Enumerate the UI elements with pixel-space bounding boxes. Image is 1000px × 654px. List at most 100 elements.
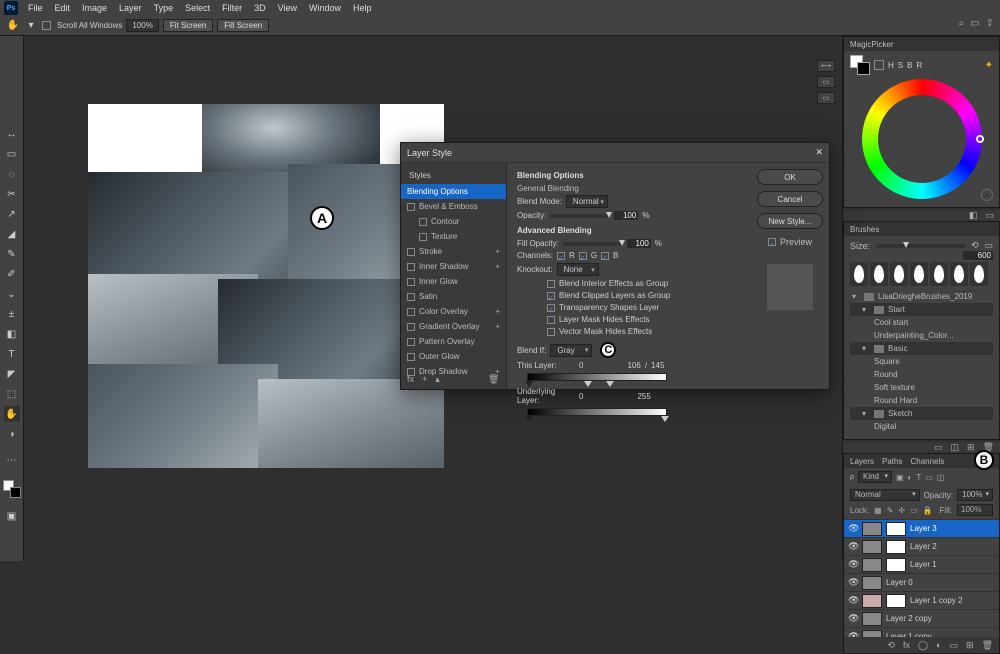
- mp-mode-h[interactable]: H: [888, 61, 894, 70]
- quickmask-icon[interactable]: ▣: [4, 508, 20, 524]
- brush-preset[interactable]: Square: [850, 355, 993, 368]
- menu-3d[interactable]: 3D: [248, 3, 272, 13]
- mask-thumb[interactable]: [886, 558, 906, 572]
- layer-thumb[interactable]: [862, 594, 882, 608]
- style-stroke[interactable]: Stroke+: [401, 244, 506, 259]
- crop-tool[interactable]: ✂: [4, 186, 20, 202]
- filter-pixel-icon[interactable]: ▣: [896, 473, 904, 482]
- layer-thumb[interactable]: [862, 522, 882, 536]
- menu-help[interactable]: Help: [347, 3, 378, 13]
- style-texture[interactable]: Texture: [401, 229, 506, 244]
- color-wheel[interactable]: [862, 79, 982, 199]
- layer-name[interactable]: Layer 1: [910, 560, 937, 569]
- layer-row[interactable]: 👁Layer 0: [844, 573, 999, 591]
- mp-box-icon[interactable]: [874, 60, 884, 70]
- fx-icon[interactable]: fx: [903, 640, 910, 650]
- fill-value[interactable]: 100%: [957, 504, 993, 516]
- eraser-tool[interactable]: ⌄: [4, 286, 20, 302]
- lock-artboard-icon[interactable]: ▭: [910, 506, 918, 515]
- brush-group-sketch[interactable]: ▾Sketch: [850, 407, 993, 420]
- fx-icon[interactable]: fx: [407, 374, 414, 385]
- blend-clipped-checkbox[interactable]: [547, 292, 555, 300]
- tool-preset-dropdown[interactable]: ▾: [24, 19, 38, 33]
- hand-tool-icon[interactable]: ✋: [6, 19, 20, 33]
- brush-group-basic[interactable]: ▾Basic: [850, 342, 993, 355]
- close-icon[interactable]: ✕: [815, 147, 823, 158]
- pencil-tool[interactable]: ✐: [4, 266, 20, 282]
- blend-mode-select[interactable]: Normal: [566, 195, 608, 208]
- adjustment-icon[interactable]: ◐: [936, 640, 941, 650]
- this-layer-track[interactable]: [527, 373, 667, 381]
- mask-icon[interactable]: ◯: [918, 640, 928, 651]
- lock-pixels-icon[interactable]: ✎: [887, 506, 894, 515]
- brush-group-root[interactable]: ▾LisaDriegheBrushes_2019: [850, 290, 993, 303]
- brush-tip[interactable]: [950, 262, 968, 286]
- more-tools-icon[interactable]: ⋯: [4, 452, 20, 468]
- fill-opacity-value[interactable]: 100: [627, 239, 651, 248]
- layer-opacity[interactable]: 100%: [957, 489, 993, 501]
- menu-window[interactable]: Window: [303, 3, 347, 13]
- background-swatch[interactable]: [10, 487, 21, 498]
- folder-icon[interactable]: ▭: [985, 210, 994, 221]
- brush-preset[interactable]: Round Hard: [850, 394, 993, 407]
- menu-filter[interactable]: Filter: [216, 3, 248, 13]
- slider-handle[interactable]: [606, 381, 614, 387]
- style-outer-glow[interactable]: Outer Glow: [401, 349, 506, 364]
- panel-menu-icon[interactable]: ▭: [984, 240, 993, 251]
- layer-row[interactable]: 👁Layer 3: [844, 519, 999, 537]
- search-icon[interactable]: ⌕: [959, 18, 965, 29]
- mask-thumb[interactable]: [886, 522, 906, 536]
- filter-shape-icon[interactable]: ▭: [925, 473, 933, 482]
- brush-group-start[interactable]: ▾Start: [850, 303, 993, 316]
- brush-tool[interactable]: ✎: [4, 246, 20, 262]
- ok-button[interactable]: OK: [757, 169, 823, 185]
- nav-frame-icon[interactable]: ▭: [817, 76, 835, 88]
- slider-handle[interactable]: [525, 381, 533, 387]
- fit-screen-button[interactable]: Fit Screen: [163, 19, 213, 32]
- brush-preset[interactable]: Underpainting_Color...: [850, 329, 993, 342]
- group-icon[interactable]: ▭: [950, 640, 959, 651]
- paths-tab[interactable]: Paths: [882, 457, 902, 466]
- zoom-level[interactable]: 100%: [126, 19, 158, 32]
- brush-preset[interactable]: Round: [850, 368, 993, 381]
- brush-tip[interactable]: [930, 262, 948, 286]
- opacity-slider[interactable]: [550, 214, 610, 218]
- layer-thumb[interactable]: [862, 540, 882, 554]
- mask-thumb[interactable]: [886, 540, 906, 554]
- blend-if-select[interactable]: Gray: [550, 344, 592, 357]
- style-satin[interactable]: Satin: [401, 289, 506, 304]
- brush-preset[interactable]: Digital: [850, 420, 993, 433]
- knockout-select[interactable]: None: [557, 263, 599, 276]
- lock-transparent-icon[interactable]: ▦: [874, 506, 882, 515]
- filter-adjust-icon[interactable]: ◐: [908, 473, 913, 482]
- blend-interior-checkbox[interactable]: [547, 280, 555, 288]
- magicpicker-tab[interactable]: MagicPicker: [850, 40, 894, 49]
- fill-screen-button[interactable]: Fill Screen: [217, 19, 269, 32]
- menu-view[interactable]: View: [272, 3, 303, 13]
- nav-fit-icon[interactable]: ⟷: [817, 60, 835, 72]
- transparency-shapes-checkbox[interactable]: [547, 304, 555, 312]
- color-swatches[interactable]: [3, 480, 21, 498]
- trash-icon[interactable]: 🗑: [488, 374, 499, 385]
- brush-tip[interactable]: [870, 262, 888, 286]
- canvas-area[interactable]: ⟷ ▭ ▭ A Layer Style ✕ S: [24, 36, 842, 561]
- brush-tip[interactable]: [910, 262, 928, 286]
- layer-name[interactable]: Layer 3: [910, 524, 937, 533]
- up-icon[interactable]: ▴: [435, 374, 440, 385]
- opacity-value[interactable]: 100: [614, 211, 638, 220]
- slider-handle[interactable]: [584, 381, 592, 387]
- brush-size-value[interactable]: 600: [963, 251, 993, 260]
- mp-settings-icon[interactable]: [981, 189, 993, 201]
- eye-icon[interactable]: 👁: [848, 595, 858, 606]
- channels-tab[interactable]: Channels: [910, 457, 944, 466]
- trash-icon[interactable]: 🗑: [982, 640, 993, 651]
- healing-tool[interactable]: ◢: [4, 226, 20, 242]
- layer-thumb[interactable]: [862, 630, 882, 638]
- blend-mode-dropdown[interactable]: Normal: [850, 489, 920, 501]
- share-icon[interactable]: ⇪: [986, 18, 994, 29]
- menu-type[interactable]: Type: [148, 3, 180, 13]
- menu-image[interactable]: Image: [76, 3, 113, 13]
- new-brush-icon[interactable]: ◫: [951, 442, 960, 453]
- pen-tool[interactable]: ◤: [4, 366, 20, 382]
- layer-name[interactable]: Layer 1 copy 2: [910, 596, 962, 605]
